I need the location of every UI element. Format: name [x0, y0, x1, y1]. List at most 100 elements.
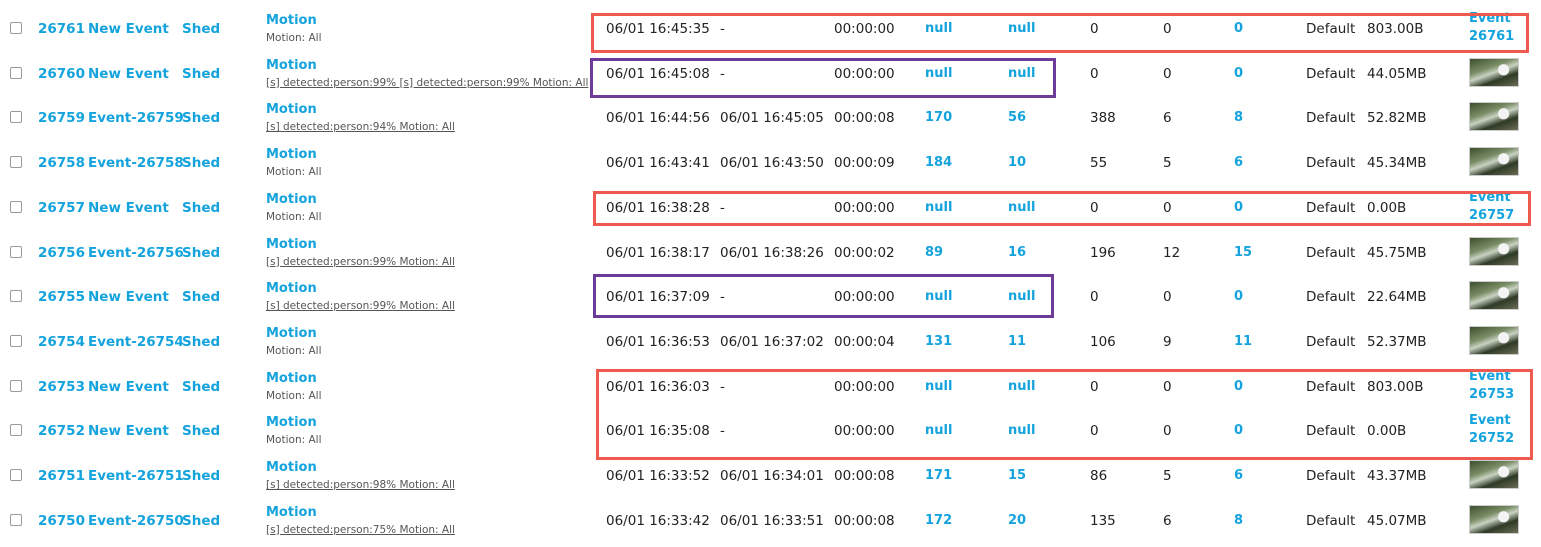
monitor-link[interactable]: Shed: [182, 110, 220, 126]
event-name-link[interactable]: New Event: [88, 66, 169, 82]
event-notes[interactable]: [s] detected:person:94% Motion: All: [266, 121, 455, 133]
avg-score: 5: [1163, 468, 1172, 484]
event-id-link[interactable]: 26758: [38, 155, 85, 171]
event-id-link[interactable]: 26760: [38, 66, 85, 82]
max-score-link[interactable]: 11: [1234, 334, 1252, 349]
frames-link[interactable]: 170: [925, 110, 952, 125]
frames-link[interactable]: 171: [925, 468, 952, 483]
event-name-link[interactable]: New Event: [88, 21, 169, 37]
event-id-link[interactable]: 26754: [38, 334, 85, 350]
event-id-link[interactable]: 26751: [38, 468, 85, 484]
cause-link[interactable]: Motion: [266, 505, 317, 520]
event-id-link[interactable]: 26750: [38, 513, 85, 529]
monitor-link[interactable]: Shed: [182, 289, 220, 305]
cause-link[interactable]: Motion: [266, 147, 317, 162]
event-name-link[interactable]: Event-26756: [88, 245, 184, 261]
alarm-frames-link[interactable]: 15: [1008, 468, 1026, 483]
event-id-link[interactable]: 26759: [38, 110, 85, 126]
row-select-checkbox[interactable]: [10, 513, 22, 526]
event-name-link[interactable]: New Event: [88, 423, 169, 439]
frames-link[interactable]: 184: [925, 155, 952, 170]
cause-link[interactable]: Motion: [266, 326, 317, 341]
event-thumbnail[interactable]: [1469, 281, 1519, 311]
event-id-link[interactable]: 26752: [38, 423, 85, 439]
event-id-link[interactable]: 26756: [38, 245, 85, 261]
event-id-link[interactable]: 26755: [38, 289, 85, 305]
max-score-link[interactable]: 6: [1234, 155, 1243, 170]
monitor-link[interactable]: Shed: [182, 423, 220, 439]
row-select-checkbox[interactable]: [10, 290, 22, 303]
event-name-link[interactable]: Event-26750: [88, 513, 184, 529]
monitor-link[interactable]: Shed: [182, 66, 220, 82]
cause-link[interactable]: Motion: [266, 192, 317, 207]
monitor-link[interactable]: Shed: [182, 379, 220, 395]
row-select-checkbox[interactable]: [10, 111, 22, 124]
event-name-link[interactable]: Event-26758: [88, 155, 184, 171]
event-notes[interactable]: [s] detected:person:99% [s] detected:per…: [266, 77, 588, 89]
monitor-link[interactable]: Shed: [182, 245, 220, 261]
event-thumbnail[interactable]: [1469, 460, 1519, 489]
event-notes[interactable]: [s] detected:person:98% Motion: All: [266, 479, 455, 491]
max-score-link[interactable]: 6: [1234, 468, 1243, 483]
max-score-link[interactable]: 15: [1234, 245, 1252, 260]
row-select-checkbox[interactable]: [10, 469, 22, 481]
frames-link[interactable]: 172: [925, 513, 952, 528]
alarm-frames-link[interactable]: 11: [1008, 334, 1026, 349]
monitor-link[interactable]: Shed: [182, 155, 220, 171]
highlight-box-red: [593, 191, 1531, 226]
event-name-link[interactable]: New Event: [88, 379, 169, 395]
cause-link[interactable]: Motion: [266, 237, 317, 252]
event-notes[interactable]: [s] detected:person:99% Motion: All: [266, 300, 455, 312]
alarm-frames-link[interactable]: 16: [1008, 245, 1026, 260]
total-score: 135: [1090, 512, 1116, 529]
row-select-checkbox[interactable]: [10, 156, 22, 169]
event-row: 26758 Event-26758 Shed Motion Motion: All 06/…: [0, 140, 1541, 185]
cause-link[interactable]: Motion: [266, 281, 317, 296]
row-select-checkbox[interactable]: [10, 245, 22, 258]
monitor-link[interactable]: Shed: [182, 21, 220, 37]
disk-size: 44.05MB: [1367, 65, 1427, 82]
event-thumbnail[interactable]: [1469, 236, 1519, 266]
event-thumbnail[interactable]: [1469, 504, 1519, 534]
event-id-link[interactable]: 26757: [38, 200, 85, 216]
event-id-link[interactable]: 26761: [38, 21, 85, 37]
event-thumbnail[interactable]: [1469, 325, 1519, 355]
row-select-checkbox[interactable]: [10, 66, 22, 79]
frames-link[interactable]: 89: [925, 245, 943, 260]
max-score-link[interactable]: 8: [1234, 513, 1243, 528]
event-notes[interactable]: [s] detected:person:75% Motion: All: [266, 524, 455, 536]
event-name-link[interactable]: New Event: [88, 289, 169, 305]
row-select-checkbox[interactable]: [10, 22, 22, 34]
end-time: 06/01 16:38:26: [720, 244, 824, 261]
event-notes[interactable]: [s] detected:person:99% Motion: All: [266, 256, 455, 268]
frames-link[interactable]: 131: [925, 334, 952, 349]
event-name-link[interactable]: Event-26759: [88, 110, 184, 126]
max-score-link[interactable]: 8: [1234, 110, 1243, 125]
event-name-link[interactable]: Event-26754: [88, 334, 184, 350]
event-id-link[interactable]: 26753: [38, 379, 85, 395]
monitor-link[interactable]: Shed: [182, 200, 220, 216]
event-name-link[interactable]: Event-26751: [88, 468, 184, 484]
alarm-frames-link[interactable]: 56: [1008, 110, 1026, 125]
row-select-checkbox[interactable]: [10, 379, 22, 392]
cause-link[interactable]: Motion: [266, 58, 317, 73]
monitor-link[interactable]: Shed: [182, 334, 220, 350]
max-score-link[interactable]: 0: [1234, 289, 1243, 304]
alarm-frames-link[interactable]: 10: [1008, 155, 1026, 170]
row-select-checkbox[interactable]: [10, 424, 22, 437]
max-score-link[interactable]: 0: [1234, 66, 1243, 81]
cause-link[interactable]: Motion: [266, 102, 317, 117]
event-thumbnail[interactable]: [1469, 102, 1519, 132]
event-thumbnail[interactable]: [1469, 57, 1519, 87]
cause-link[interactable]: Motion: [266, 415, 317, 430]
row-select-checkbox[interactable]: [10, 200, 22, 213]
monitor-link[interactable]: Shed: [182, 468, 220, 484]
cause-link[interactable]: Motion: [266, 460, 317, 475]
event-name-link[interactable]: New Event: [88, 200, 169, 216]
row-select-checkbox[interactable]: [10, 334, 22, 347]
cause-link[interactable]: Motion: [266, 13, 317, 28]
event-thumbnail[interactable]: [1469, 147, 1519, 177]
monitor-link[interactable]: Shed: [182, 513, 220, 529]
cause-link[interactable]: Motion: [266, 371, 317, 386]
alarm-frames-link[interactable]: 20: [1008, 513, 1026, 528]
